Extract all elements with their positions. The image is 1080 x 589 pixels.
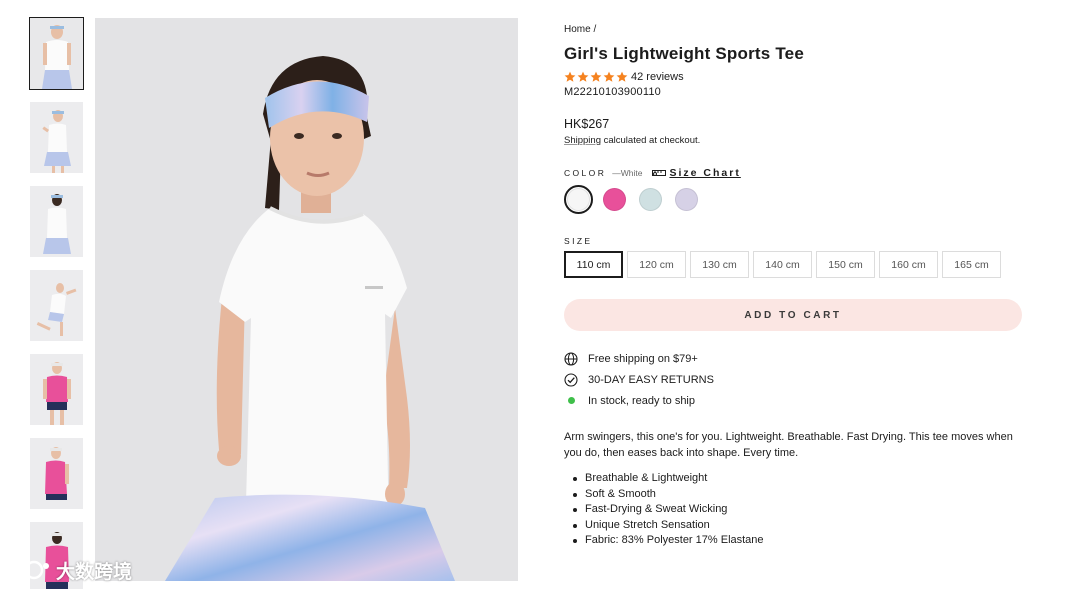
selected-color-name: White xyxy=(620,168,643,178)
feature-stock-text: In stock, ready to ship xyxy=(588,394,695,407)
feature-returns: 30-DAY EASY RETURNS xyxy=(564,369,1024,390)
size-label: SIZE xyxy=(564,236,593,246)
breadcrumb: Home / xyxy=(564,24,1024,38)
shipping-link[interactable]: Shipping xyxy=(564,135,601,146)
size-options: 110 cm 120 cm 130 cm 140 cm 150 cm 160 cm 165 … xyxy=(564,251,1024,278)
product-photo-running-pose xyxy=(30,270,83,341)
thumbnail[interactable] xyxy=(30,438,83,509)
ruler-icon xyxy=(652,170,667,176)
feature-returns-text: 30-DAY EASY RETURNS xyxy=(588,373,714,386)
size-chart-label: Size Chart xyxy=(669,167,741,179)
star-icon xyxy=(590,71,602,82)
size-option-button[interactable]: 130 cm xyxy=(690,251,749,278)
highlight-item: Unique Stretch Sensation xyxy=(564,518,1024,534)
product-highlights: Breathable & Lightweight Soft & Smooth Fas… xyxy=(564,471,1024,549)
color-swatch[interactable] xyxy=(636,185,665,214)
main-product-image[interactable] xyxy=(95,18,518,581)
thumbnail[interactable] xyxy=(30,270,83,341)
add-to-cart-button[interactable]: ADD TO CART xyxy=(564,299,1022,331)
feature-free-shipping: Free shipping on $79+ xyxy=(564,348,1024,369)
breadcrumb-home-link[interactable]: Home xyxy=(564,24,591,35)
color-swatches xyxy=(564,185,1024,214)
product-photo-white-tee-back xyxy=(30,186,83,257)
color-option-header: COLOR —White Size Chart xyxy=(564,166,1024,180)
color-swatch[interactable] xyxy=(564,185,593,214)
shipping-note-text: calculated at checkout. xyxy=(600,135,701,146)
thumbnail[interactable] xyxy=(30,186,83,257)
watermark: 大数跨境 xyxy=(8,556,132,584)
color-label: COLOR xyxy=(564,168,607,178)
breadcrumb-separator: / xyxy=(593,24,597,35)
color-swatch-fill xyxy=(603,188,626,211)
size-option-button[interactable]: 140 cm xyxy=(753,251,812,278)
star-icon xyxy=(577,71,589,82)
thumbnail-list xyxy=(29,17,84,589)
thumbnail[interactable] xyxy=(29,17,84,90)
color-swatch[interactable] xyxy=(672,185,701,214)
star-icon xyxy=(564,71,576,82)
globe-icon xyxy=(564,351,578,366)
check-circle-icon xyxy=(564,372,578,387)
size-option-button[interactable]: 160 cm xyxy=(879,251,938,278)
selected-color: —White xyxy=(612,168,642,178)
size-chart-link[interactable]: Size Chart xyxy=(652,167,740,179)
feature-stock: In stock, ready to ship xyxy=(564,390,1024,411)
color-swatch-fill xyxy=(639,188,662,211)
product-features: Free shipping on $79+ 30-DAY EASY RETURN… xyxy=(564,348,1024,411)
highlight-item: Fabric: 83% Polyester 17% Elastane xyxy=(564,533,1024,549)
product-sku: M22210103900110 xyxy=(564,86,661,98)
color-swatch-fill xyxy=(675,188,698,211)
thumbnail[interactable] xyxy=(30,102,83,173)
highlight-item: Soft & Smooth xyxy=(564,487,1024,503)
selected-color-dash: — xyxy=(612,168,621,178)
thumbnail[interactable] xyxy=(30,354,83,425)
product-photo-white-tee-front xyxy=(30,18,83,89)
highlight-item: Breathable & Lightweight xyxy=(564,471,1024,487)
product-photo-white-tee-side xyxy=(30,102,83,173)
size-option-button[interactable]: 110 cm xyxy=(564,251,623,278)
shipping-note: Shipping calculated at checkout. xyxy=(564,135,1024,146)
reviews-count[interactable]: 42 reviews xyxy=(631,71,684,83)
product-info: Home / Girl's Lightweight Sports Tee 42 … xyxy=(564,24,1024,549)
size-option-button[interactable]: 120 cm xyxy=(627,251,686,278)
color-swatch-fill xyxy=(567,188,590,211)
size-option-button[interactable]: 165 cm xyxy=(942,251,1001,278)
star-icon xyxy=(616,71,628,82)
highlight-item: Fast-Drying & Sweat Wicking xyxy=(564,502,1024,518)
product-photo-pink-tee xyxy=(30,354,83,425)
product-title: Girl's Lightweight Sports Tee xyxy=(564,44,804,63)
product-description: Arm swingers, this one's for you. Lightw… xyxy=(564,431,1013,459)
size-option-button[interactable]: 150 cm xyxy=(816,251,875,278)
product-photo-pink-tee-side xyxy=(30,438,83,509)
product-price: HK$267 xyxy=(564,117,610,131)
rating-stars xyxy=(564,71,628,83)
rating[interactable]: 42 reviews xyxy=(564,70,1024,84)
watermark-logo-icon xyxy=(8,560,49,580)
color-swatch[interactable] xyxy=(600,185,629,214)
star-icon xyxy=(603,71,615,82)
watermark-text: 大数跨境 xyxy=(56,561,133,583)
feature-shipping-text: Free shipping on $79+ xyxy=(588,352,698,365)
product-photo-girl-white-tee xyxy=(95,18,518,581)
in-stock-dot-icon xyxy=(564,394,578,408)
